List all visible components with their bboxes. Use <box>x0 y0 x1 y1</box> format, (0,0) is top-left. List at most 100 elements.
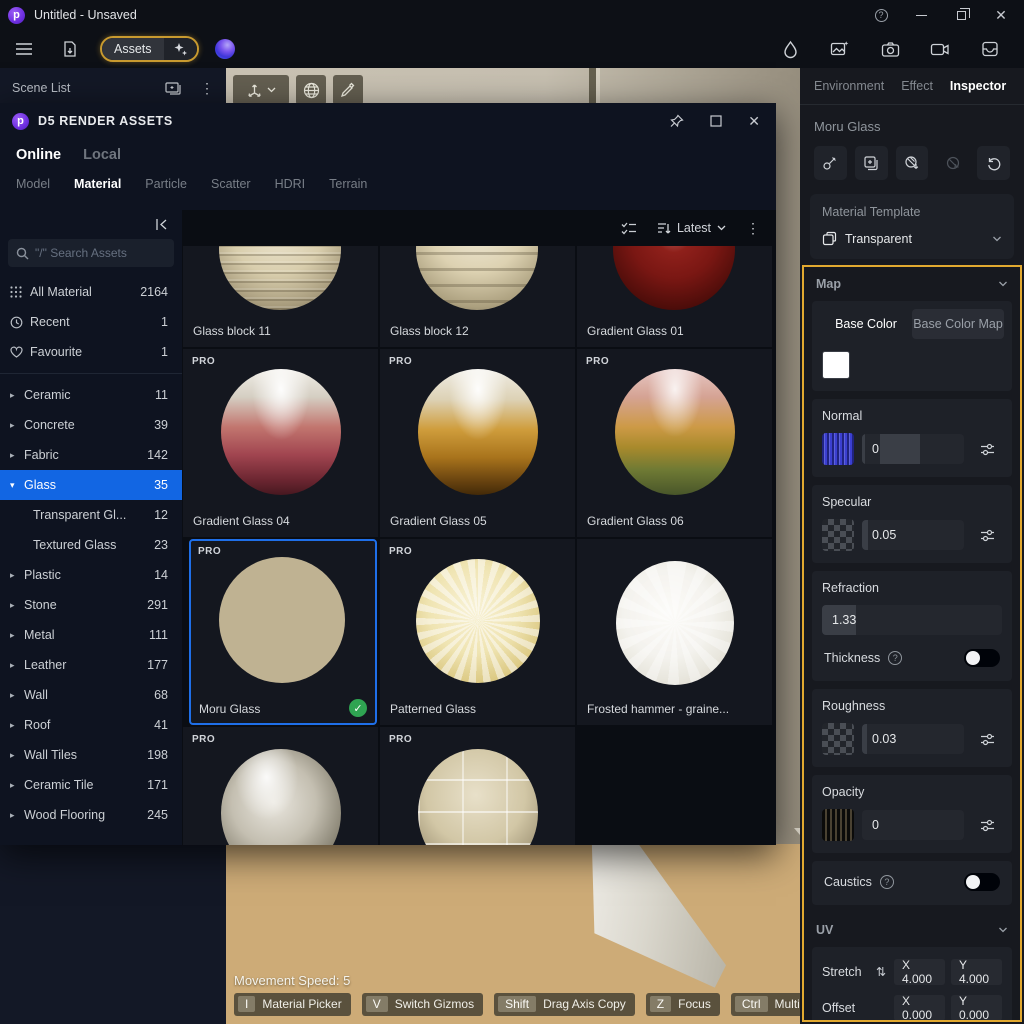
roughness-value-input[interactable]: 0.03 <box>862 724 964 754</box>
scene-list-more-icon[interactable]: ⋮ <box>200 80 214 97</box>
caustics-help-icon[interactable]: ? <box>880 875 894 889</box>
search-assets-box[interactable] <box>8 239 174 267</box>
tile-gradient-glass-04[interactable]: PRO Gradient Glass 04 <box>183 349 378 537</box>
library-tray-icon[interactable] <box>978 37 1002 61</box>
maximize-icon[interactable] <box>710 115 722 127</box>
menu-icon[interactable] <box>12 37 36 61</box>
base-color-swatch[interactable] <box>822 351 850 379</box>
assets-button-label[interactable]: Assets <box>102 38 164 60</box>
category-wall[interactable]: ▸Wall68 <box>0 680 182 710</box>
assets-button[interactable]: Assets <box>100 36 199 62</box>
search-assets-input[interactable] <box>35 246 155 260</box>
normal-adjust-icon[interactable] <box>972 434 1002 464</box>
map-section-header[interactable]: Map <box>804 267 1020 301</box>
tile-patterned-glass[interactable]: PRO Patterned Glass <box>380 539 575 725</box>
specular-adjust-icon[interactable] <box>972 520 1002 550</box>
category-plastic[interactable]: ▸Plastic14 <box>0 560 182 590</box>
add-scene-icon[interactable] <box>165 81 182 95</box>
tab-inspector[interactable]: Inspector <box>950 79 1006 93</box>
ai-orb-icon[interactable] <box>215 39 235 59</box>
tab-scatter[interactable]: Scatter <box>211 177 251 191</box>
tile-frosted-hammer[interactable]: Frosted hammer - graine... <box>577 539 772 725</box>
opacity-adjust-icon[interactable] <box>972 810 1002 840</box>
material-picker-button[interactable] <box>814 146 847 180</box>
offset-y-input[interactable]: Y 0.000 <box>951 995 1002 1021</box>
duplicate-material-button[interactable] <box>855 146 888 180</box>
tab-material[interactable]: Material <box>74 177 121 191</box>
tile-gradient-glass-05[interactable]: PRO Gradient Glass 05 <box>380 349 575 537</box>
move-gizmo-button[interactable] <box>233 75 289 105</box>
import-file-icon[interactable] <box>58 37 82 61</box>
globe-button[interactable] <box>296 75 326 105</box>
category-wall-tiles[interactable]: ▸Wall Tiles198 <box>0 740 182 770</box>
tab-effect[interactable]: Effect <box>901 79 933 93</box>
category-leather[interactable]: ▸Leather177 <box>0 650 182 680</box>
grid-more-icon[interactable]: ⋮ <box>746 220 760 237</box>
material-template-card[interactable]: Material Template Transparent <box>810 194 1014 259</box>
replace-material-button[interactable] <box>896 146 929 180</box>
category-metal[interactable]: ▸Metal111 <box>0 620 182 650</box>
tab-base-color-map[interactable]: Base Color Map <box>912 309 1004 339</box>
water-drop-icon[interactable] <box>778 37 802 61</box>
minimize-button[interactable] <box>914 8 928 22</box>
opacity-value-input[interactable]: 0 <box>862 810 964 840</box>
close-window-icon[interactable]: ✕ <box>748 113 760 130</box>
tile-partial-2[interactable]: PRO <box>380 727 575 845</box>
stretch-link-icon[interactable]: ⇅ <box>874 965 888 979</box>
help-icon[interactable]: ? <box>874 8 888 22</box>
collapse-sidebar-icon[interactable] <box>154 218 168 231</box>
camera-icon[interactable] <box>878 37 902 61</box>
eyedropper-button[interactable] <box>333 75 363 105</box>
reset-material-button[interactable] <box>977 146 1010 180</box>
tile-gradient-glass-06[interactable]: PRO Gradient Glass 06 <box>577 349 772 537</box>
render-image-icon[interactable] <box>828 37 852 61</box>
opacity-map-thumbnail[interactable] <box>822 809 854 841</box>
thickness-help-icon[interactable]: ? <box>888 651 902 665</box>
sort-label[interactable]: Latest <box>677 221 711 235</box>
tab-environment[interactable]: Environment <box>814 79 884 93</box>
subcategory-textured-glass[interactable]: Textured Glass23 <box>0 530 182 560</box>
refraction-value-input[interactable]: 1.33 <box>822 605 1002 635</box>
tile-moru-glass-selected[interactable]: PRO ✓ Moru Glass <box>189 539 377 725</box>
filter-all-material[interactable]: All Material 2164 <box>0 277 182 307</box>
sort-dropdown[interactable]: Latest <box>657 221 726 235</box>
category-ceramic[interactable]: ▸Ceramic11 <box>0 380 182 410</box>
video-camera-icon[interactable] <box>928 37 952 61</box>
category-ceramic-tile[interactable]: ▸Ceramic Tile171 <box>0 770 182 800</box>
category-stone[interactable]: ▸Stone291 <box>0 590 182 620</box>
thickness-toggle[interactable] <box>964 649 1000 667</box>
category-concrete[interactable]: ▸Concrete39 <box>0 410 182 440</box>
category-fabric[interactable]: ▸Fabric142 <box>0 440 182 470</box>
tile-gradient-glass-01[interactable]: Gradient Glass 01 <box>577 246 772 347</box>
stretch-x-input[interactable]: X 4.000 <box>894 959 945 985</box>
uv-section-header[interactable]: UV <box>804 913 1020 947</box>
filter-favourite[interactable]: Favourite 1 <box>0 337 182 367</box>
filter-recent[interactable]: Recent 1 <box>0 307 182 337</box>
category-glass-selected[interactable]: ▾Glass35 <box>0 470 182 500</box>
category-wood-flooring[interactable]: ▸Wood Flooring245 <box>0 800 182 830</box>
stretch-y-input[interactable]: Y 4.000 <box>951 959 1002 985</box>
offset-x-input[interactable]: X 0.000 <box>894 995 945 1021</box>
tile-glass-block-12[interactable]: Glass block 12 <box>380 246 575 347</box>
tile-partial-1[interactable]: PRO <box>183 727 378 845</box>
roughness-map-thumbnail[interactable] <box>822 723 854 755</box>
close-button[interactable]: ✕ <box>994 8 1008 22</box>
subcategory-transparent-glass[interactable]: Transparent Gl...12 <box>0 500 182 530</box>
tab-terrain[interactable]: Terrain <box>329 177 367 191</box>
normal-map-thumbnail[interactable] <box>822 433 854 465</box>
tile-glass-block-11[interactable]: Glass block 11 <box>183 246 378 347</box>
assets-sparkle-icon[interactable] <box>164 38 197 60</box>
tab-base-color[interactable]: Base Color <box>820 309 912 339</box>
tab-online[interactable]: Online <box>16 147 61 163</box>
roughness-adjust-icon[interactable] <box>972 724 1002 754</box>
tab-particle[interactable]: Particle <box>145 177 187 191</box>
specular-value-input[interactable]: 0.05 <box>862 520 964 550</box>
tab-model[interactable]: Model <box>16 177 50 191</box>
specular-map-thumbnail[interactable] <box>822 519 854 551</box>
tab-hdri[interactable]: HDRI <box>275 177 306 191</box>
tab-local[interactable]: Local <box>83 147 121 163</box>
filter-list-icon[interactable] <box>621 222 637 235</box>
caustics-toggle[interactable] <box>964 873 1000 891</box>
pin-icon[interactable] <box>669 114 684 129</box>
restore-button[interactable] <box>954 8 968 22</box>
